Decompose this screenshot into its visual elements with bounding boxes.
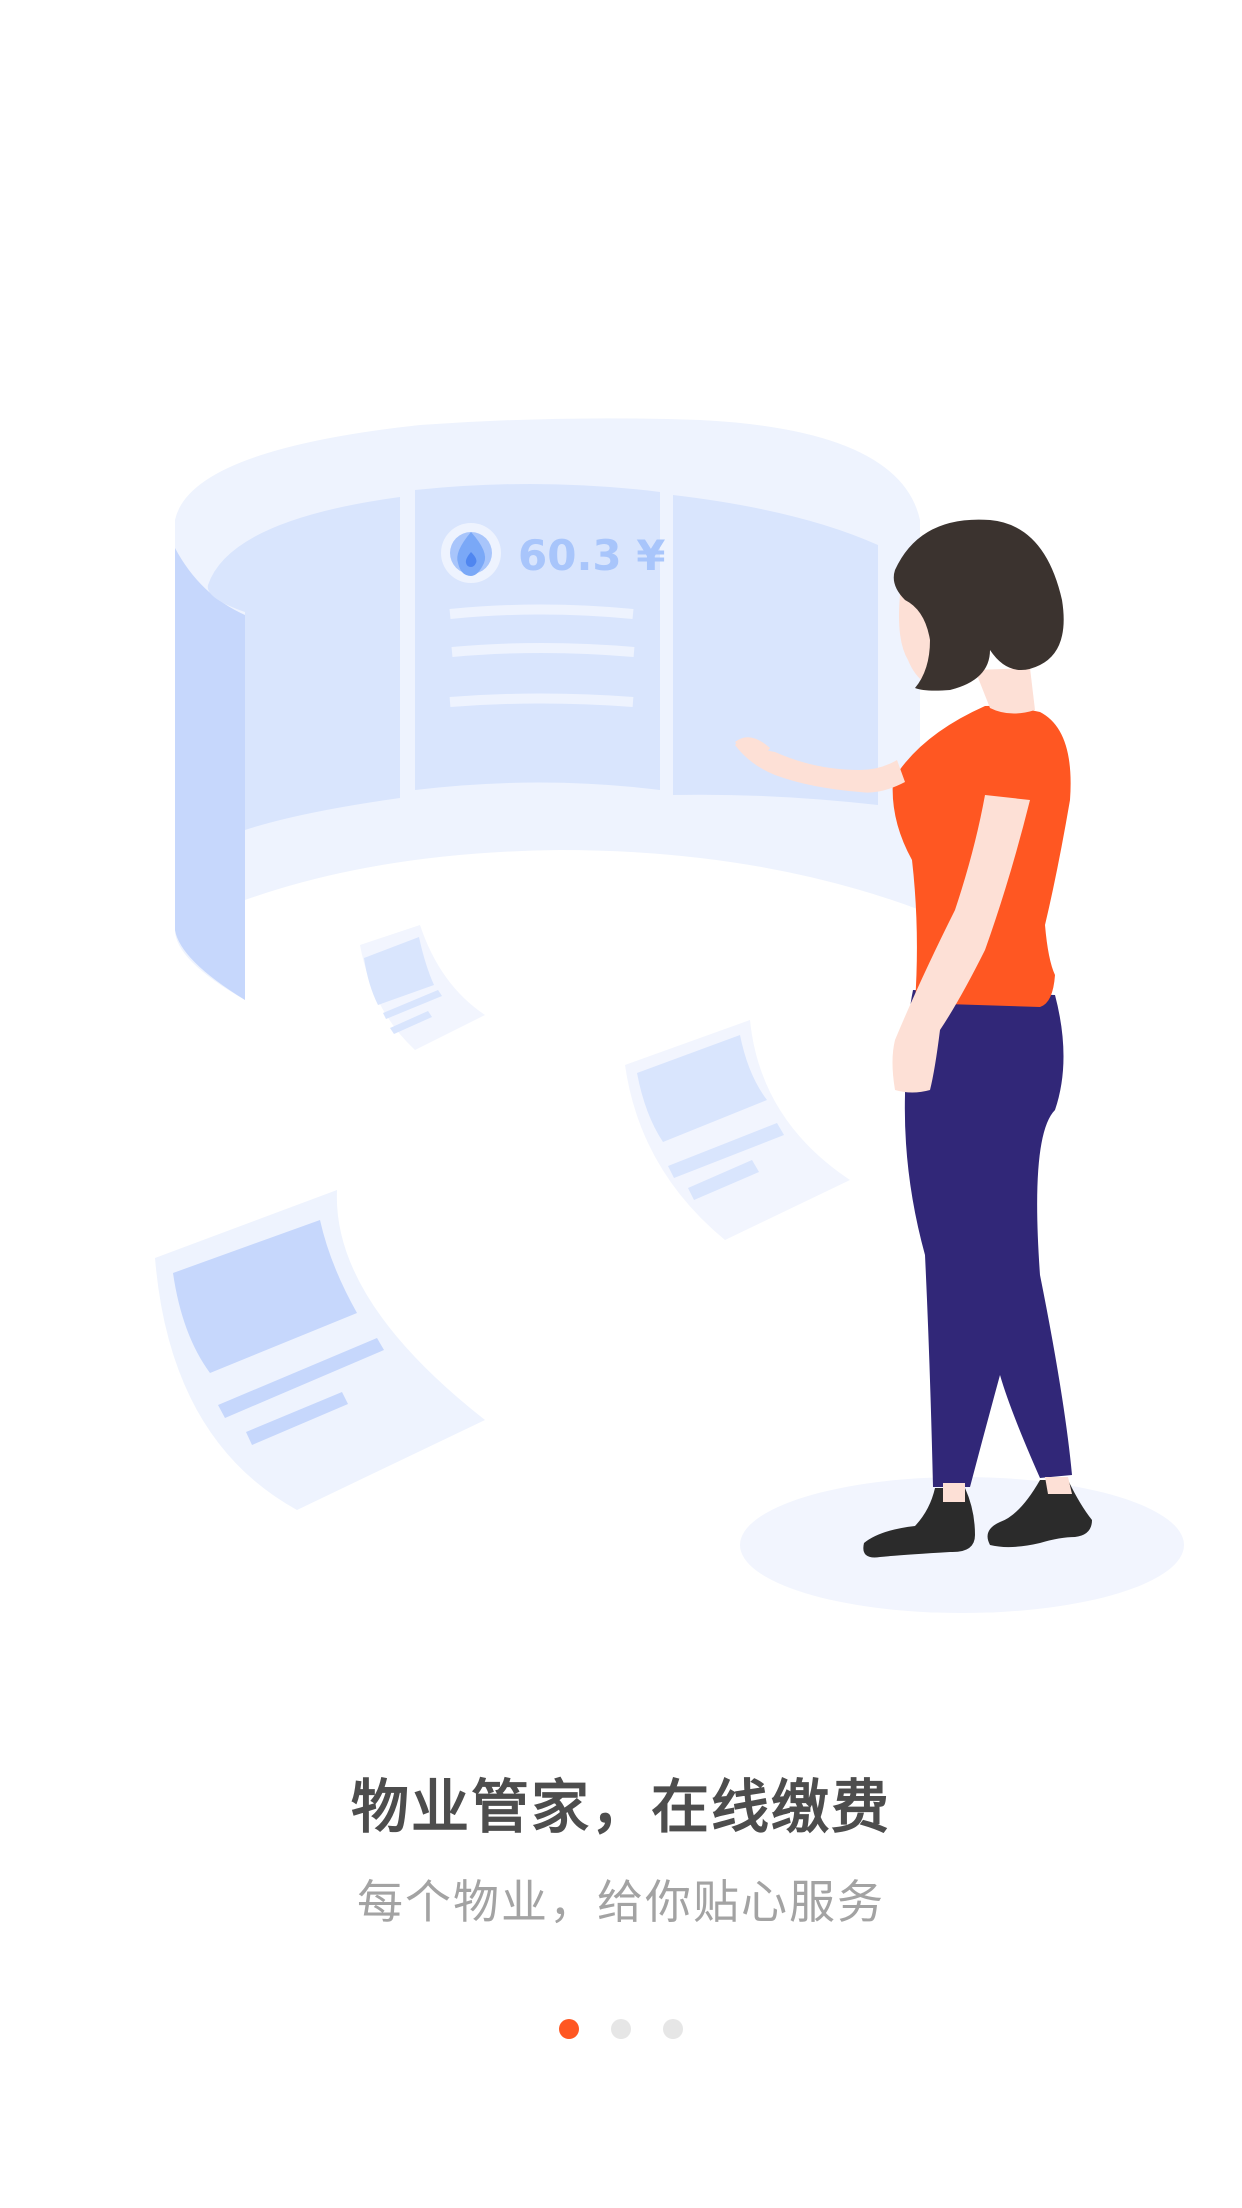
onboarding-title: 物业管家，在线缴费 [350,1773,891,1841]
onboarding-screen: 60.3 ¥ 物业管家，在线缴费 每个物业，给你贴心服务 [0,0,1242,2208]
page-dot-1[interactable] [559,2019,579,2039]
onboarding-illustration: 60.3 ¥ [155,418,1184,1613]
onboarding-subtitle: 每个物业，给你贴心服务 [357,1875,885,1929]
water-drop-icon [441,523,501,583]
page-dot-3[interactable] [663,2019,683,2039]
page-indicator [0,2018,1242,2040]
paper-medium [625,1020,850,1240]
bill-amount: 60.3 ¥ [518,531,665,580]
paper-large [155,1190,485,1510]
paper-small [360,925,485,1050]
page-dot-2[interactable] [611,2019,631,2039]
